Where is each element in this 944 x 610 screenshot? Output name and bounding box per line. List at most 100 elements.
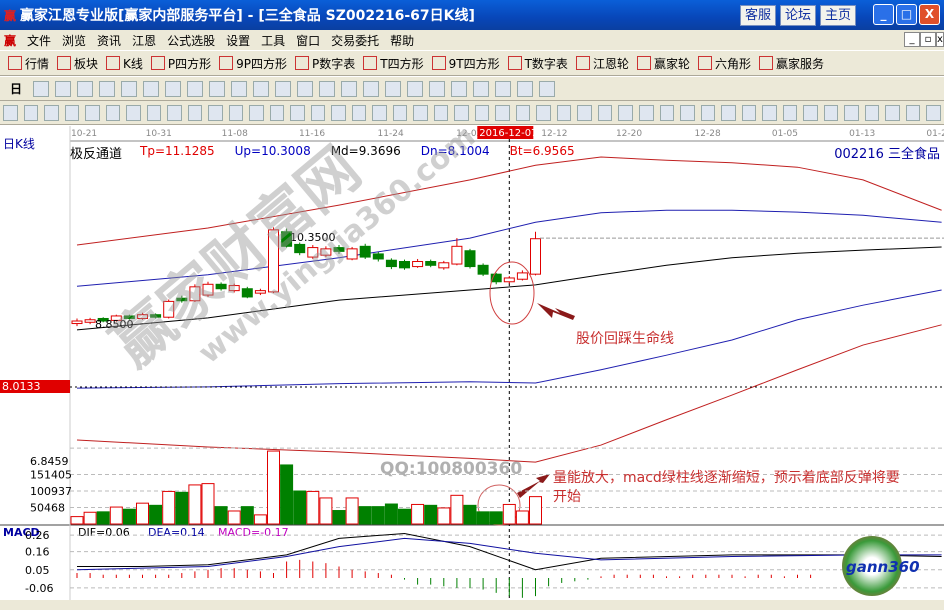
- tool-icon[interactable]: [121, 80, 138, 97]
- tool-icon[interactable]: [451, 80, 468, 97]
- tool-icon[interactable]: [187, 80, 204, 97]
- date-tick: 11-08: [222, 129, 248, 139]
- menu-item[interactable]: 帮助: [390, 32, 414, 49]
- tool-icon[interactable]: [146, 104, 162, 121]
- minimize-icon[interactable]: _: [873, 4, 894, 25]
- tool-icon[interactable]: [310, 104, 326, 121]
- tool-icon[interactable]: [495, 104, 510, 121]
- tool-icon[interactable]: [187, 104, 203, 121]
- toolbar-button[interactable]: P四方形: [150, 55, 211, 72]
- tool-icon[interactable]: [55, 80, 72, 97]
- tool-icon[interactable]: [864, 104, 880, 121]
- tool-icon[interactable]: [885, 104, 900, 121]
- tool-icon[interactable]: [249, 104, 264, 121]
- tool-icon[interactable]: [905, 104, 921, 121]
- tool-icon[interactable]: [474, 104, 490, 121]
- toolbar-button[interactable]: 赢家轮: [636, 55, 690, 72]
- forum-button[interactable]: 论坛: [780, 5, 817, 26]
- close-icon[interactable]: X: [919, 4, 940, 25]
- tool-icon[interactable]: [319, 80, 336, 97]
- tool-icon[interactable]: [803, 104, 818, 121]
- volume-bar: [463, 504, 477, 525]
- tool-icon[interactable]: [495, 80, 512, 97]
- tool-icon[interactable]: [165, 80, 182, 97]
- kline-chart[interactable]: 10-21 10-31 11-08 11-16 11-24 12-02 12-12 12-20…: [0, 119, 944, 602]
- tool-icon[interactable]: [638, 104, 654, 121]
- tool-icon[interactable]: [597, 104, 613, 121]
- menu-item[interactable]: 公式选股: [167, 32, 215, 49]
- toolbar-button[interactable]: K线: [106, 55, 143, 72]
- menu-logo-icon: 赢: [4, 33, 17, 48]
- toolbar-button[interactable]: 9P四方形: [219, 55, 287, 72]
- tool-icon[interactable]: [721, 104, 736, 121]
- volume-bar: [502, 503, 516, 525]
- service-button[interactable]: 客服: [740, 5, 777, 26]
- menu-item[interactable]: 设置: [226, 32, 250, 49]
- period-select[interactable]: 日: [10, 80, 22, 97]
- tool-icon[interactable]: [126, 104, 141, 121]
- wheel-icon: [575, 56, 590, 70]
- mdi-minimize-icon[interactable]: _: [904, 32, 920, 47]
- period-label: 日K线: [3, 137, 35, 151]
- tool-icon[interactable]: [208, 104, 223, 121]
- toolbar-button[interactable]: 9T四方形: [431, 55, 500, 72]
- menu-item[interactable]: 文件: [27, 32, 51, 49]
- tool-icon[interactable]: [275, 80, 292, 97]
- tool-icon[interactable]: [143, 80, 160, 97]
- tool-icon[interactable]: [844, 104, 859, 121]
- tool-icon[interactable]: [44, 104, 59, 121]
- menu-item[interactable]: 交易委托: [331, 32, 379, 49]
- mdi-close-icon[interactable]: x: [936, 32, 944, 47]
- tool-icon[interactable]: [659, 104, 675, 121]
- tool-icon[interactable]: [99, 80, 116, 97]
- tool-icon[interactable]: [231, 80, 248, 97]
- toolbar-button[interactable]: P数字表: [295, 55, 355, 72]
- tool-icon[interactable]: [3, 104, 18, 121]
- maximize-icon[interactable]: □: [896, 4, 917, 25]
- toolbar-button[interactable]: 江恩轮: [575, 55, 629, 72]
- tool-icon[interactable]: [782, 104, 798, 121]
- home-button[interactable]: 主页: [820, 5, 857, 26]
- toolbar-button[interactable]: 行情: [8, 55, 49, 72]
- tool-icon[interactable]: [77, 80, 94, 97]
- toolbar-button[interactable]: 板块: [57, 55, 98, 72]
- tool-icon[interactable]: [762, 104, 777, 121]
- toolbar-button[interactable]: T数字表: [507, 55, 568, 72]
- tool-icon[interactable]: [64, 104, 80, 121]
- volume-tick: 50468: [30, 501, 65, 514]
- tool-icon[interactable]: [741, 104, 757, 121]
- tool-icon[interactable]: [209, 80, 226, 97]
- toolbar-button[interactable]: 六角形: [697, 55, 751, 72]
- candle-body: [451, 245, 463, 265]
- tool-icon[interactable]: [539, 80, 556, 97]
- tool-icon[interactable]: [700, 104, 716, 121]
- tool-icon[interactable]: [473, 80, 490, 97]
- tool-icon[interactable]: [556, 104, 572, 121]
- tool-icon[interactable]: [269, 104, 285, 121]
- toolbar-button[interactable]: 赢家服务: [758, 55, 824, 72]
- menu-item[interactable]: 窗口: [296, 32, 320, 49]
- menu-item[interactable]: 资讯: [97, 32, 121, 49]
- menu-item[interactable]: 浏览: [62, 32, 86, 49]
- tool-icon[interactable]: [618, 104, 633, 121]
- tool-icon[interactable]: [680, 104, 695, 121]
- grid-icon: [8, 56, 22, 70]
- menu-item[interactable]: 江恩: [132, 32, 156, 49]
- tool-icon[interactable]: [105, 104, 121, 121]
- menu-item[interactable]: 工具: [261, 32, 285, 49]
- tool-icon[interactable]: [926, 104, 941, 121]
- tool-icon[interactable]: [253, 80, 270, 97]
- tool-icon[interactable]: [577, 104, 592, 121]
- tool-icon[interactable]: [33, 80, 50, 97]
- tool-icon[interactable]: [290, 104, 305, 121]
- tool-icon[interactable]: [228, 104, 244, 121]
- tool-icon[interactable]: [823, 104, 839, 121]
- mdi-restore-icon[interactable]: ▫: [920, 32, 936, 47]
- tool-icon[interactable]: [515, 104, 531, 121]
- tool-icon[interactable]: [297, 80, 314, 97]
- tool-icon[interactable]: [536, 104, 551, 121]
- tool-icon[interactable]: [167, 104, 182, 121]
- tool-icon[interactable]: [517, 80, 534, 97]
- tool-icon[interactable]: [23, 104, 39, 121]
- tool-icon[interactable]: [85, 104, 100, 121]
